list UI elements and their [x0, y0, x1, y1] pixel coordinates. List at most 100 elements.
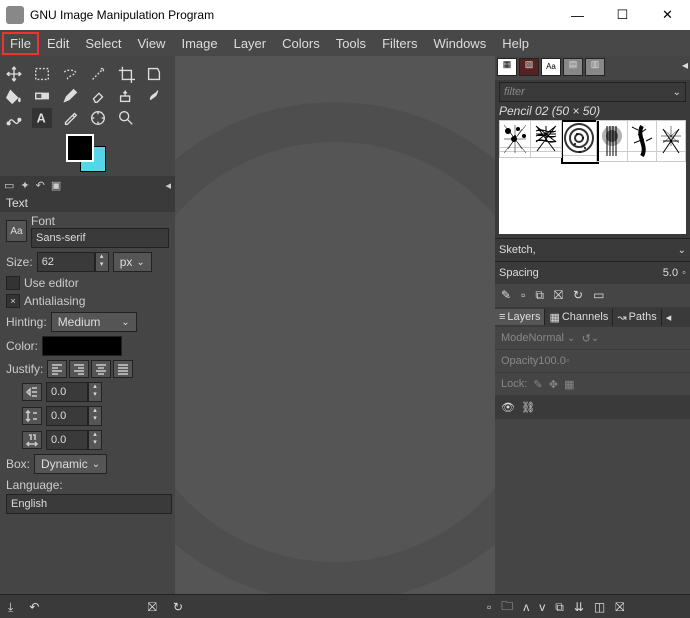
configure-tab-icon-right[interactable]: ◂: [682, 58, 688, 78]
history-tab[interactable]: ▤: [563, 58, 583, 76]
raise-layer-icon[interactable]: ʌ: [523, 600, 529, 614]
document-tab[interactable]: ▥: [585, 58, 605, 76]
mode-switch-icon[interactable]: ↺: [582, 332, 591, 345]
lock-alpha-icon[interactable]: ▦: [564, 378, 574, 391]
channels-tab[interactable]: ▦Channels: [545, 309, 613, 326]
text-tool[interactable]: A: [32, 108, 52, 128]
fuzzy-select-tool[interactable]: [88, 64, 108, 84]
justify-center-button[interactable]: [91, 360, 111, 378]
save-tool-preset-icon[interactable]: ⤓: [8, 600, 13, 615]
new-brush-icon[interactable]: ▫: [521, 288, 525, 303]
brush-spacing-row[interactable]: Spacing5.0◦: [495, 261, 690, 284]
justify-right-button[interactable]: [69, 360, 89, 378]
line-spacing-spinner[interactable]: ▴▾: [88, 406, 102, 426]
new-layer-icon[interactable]: ▫: [487, 600, 491, 614]
tab-device-icon[interactable]: ✦: [20, 179, 29, 192]
menu-layer[interactable]: Layer: [226, 32, 275, 55]
size-spinner[interactable]: ▴▾: [95, 252, 109, 272]
hinting-dropdown[interactable]: Medium⌄: [51, 312, 137, 332]
menu-view[interactable]: View: [130, 32, 174, 55]
clone-tool[interactable]: [116, 86, 136, 106]
bucket-tool[interactable]: [4, 86, 24, 106]
mask-layer-icon[interactable]: ◫: [594, 600, 605, 614]
menu-edit[interactable]: Edit: [39, 32, 77, 55]
merge-layer-icon[interactable]: ⇊: [574, 600, 584, 614]
brush-grid[interactable]: [499, 120, 686, 234]
color-picker-tool[interactable]: [60, 108, 80, 128]
tab-tool-options-icon[interactable]: ▭: [4, 179, 14, 192]
text-color-swatch[interactable]: [42, 336, 122, 356]
open-brush-icon[interactable]: ▭: [593, 288, 604, 303]
delete-brush-icon[interactable]: ⛝: [554, 288, 563, 303]
link-icon[interactable]: ⛓: [521, 401, 535, 414]
move-tool[interactable]: [4, 64, 24, 84]
justify-fill-button[interactable]: [113, 360, 133, 378]
letter-spacing-field[interactable]: 0.0: [46, 430, 88, 450]
refresh-brush-icon[interactable]: ↻: [573, 288, 583, 303]
fonts-tab[interactable]: Aa: [541, 58, 561, 76]
delete-tool-preset-icon[interactable]: ⛝: [148, 600, 157, 615]
menu-image[interactable]: Image: [173, 32, 225, 55]
duplicate-layer-icon[interactable]: ⧉: [555, 600, 564, 615]
maximize-button[interactable]: ☐: [600, 0, 645, 30]
letter-spacing-spinner[interactable]: ▴▾: [88, 430, 102, 450]
font-field[interactable]: Sans-serif: [31, 228, 169, 248]
indent-field[interactable]: 0.0: [46, 382, 88, 402]
visibility-icon[interactable]: 👁: [501, 401, 515, 414]
tab-images-icon[interactable]: ▣: [51, 179, 61, 192]
crop-tool[interactable]: [116, 64, 136, 84]
close-button[interactable]: ✕: [645, 0, 690, 30]
minimize-button[interactable]: —: [555, 0, 600, 30]
canvas-area[interactable]: [175, 56, 495, 594]
delete-layer-icon[interactable]: ⛝: [615, 600, 624, 615]
line-spacing-field[interactable]: 0.0: [46, 406, 88, 426]
brushes-tab[interactable]: ▦: [497, 58, 517, 76]
box-dropdown[interactable]: Dynamic⌄: [34, 454, 107, 474]
new-group-icon[interactable]: 🗀: [501, 597, 513, 618]
rect-select-tool[interactable]: [32, 64, 52, 84]
path-tool[interactable]: [4, 108, 24, 128]
font-icon[interactable]: Aa: [6, 220, 27, 242]
foreground-color[interactable]: [66, 134, 94, 162]
menu-file[interactable]: File: [2, 32, 39, 55]
language-field[interactable]: English: [6, 494, 172, 514]
indent-spinner[interactable]: ▴▾: [88, 382, 102, 402]
color-swatches[interactable]: [66, 134, 106, 170]
eraser-tool[interactable]: [88, 86, 108, 106]
size-field[interactable]: 62: [37, 252, 95, 272]
smudge-tool[interactable]: [144, 86, 164, 106]
size-unit-dropdown[interactable]: px⌄: [113, 252, 152, 272]
patterns-tab[interactable]: ▨: [519, 58, 539, 76]
menu-tools[interactable]: Tools: [328, 32, 374, 55]
transform-tool[interactable]: [144, 64, 164, 84]
configure-layers-icon[interactable]: ◂: [662, 311, 676, 324]
duplicate-brush-icon[interactable]: ⧉: [535, 288, 544, 303]
menu-filters[interactable]: Filters: [374, 32, 425, 55]
layers-tab[interactable]: ≡Layers: [495, 309, 545, 325]
menu-colors[interactable]: Colors: [274, 32, 328, 55]
configure-tab-icon[interactable]: ◂: [165, 179, 171, 192]
pencil-tool[interactable]: [60, 86, 80, 106]
opacity-value[interactable]: 100.0: [538, 355, 566, 367]
free-select-tool[interactable]: [60, 64, 80, 84]
mode-dropdown[interactable]: Normal: [529, 332, 564, 344]
justify-left-button[interactable]: [47, 360, 67, 378]
tab-undo-icon[interactable]: ↶: [36, 179, 45, 192]
lock-pixels-icon[interactable]: ✎: [533, 378, 542, 391]
gradient-tool[interactable]: [32, 86, 52, 106]
menu-select[interactable]: Select: [77, 32, 129, 55]
edit-brush-icon[interactable]: ✎: [501, 288, 511, 303]
lower-layer-icon[interactable]: v: [539, 600, 545, 614]
brush-preset-row[interactable]: Sketch,⌄: [495, 238, 690, 261]
restore-tool-preset-icon[interactable]: ↶: [29, 600, 39, 614]
zoom-tool[interactable]: [116, 108, 136, 128]
menu-windows[interactable]: Windows: [425, 32, 494, 55]
paths-tab[interactable]: ↝Paths: [613, 309, 661, 326]
lock-position-icon[interactable]: ✥: [549, 378, 558, 391]
use-editor-checkbox[interactable]: [6, 276, 20, 290]
brush-filter-field[interactable]: filter⌄: [499, 82, 686, 102]
measure-tool[interactable]: [88, 108, 108, 128]
antialias-checkbox[interactable]: ×: [6, 294, 20, 308]
menu-help[interactable]: Help: [494, 32, 537, 55]
reset-tool-preset-icon[interactable]: ↻: [173, 600, 183, 614]
